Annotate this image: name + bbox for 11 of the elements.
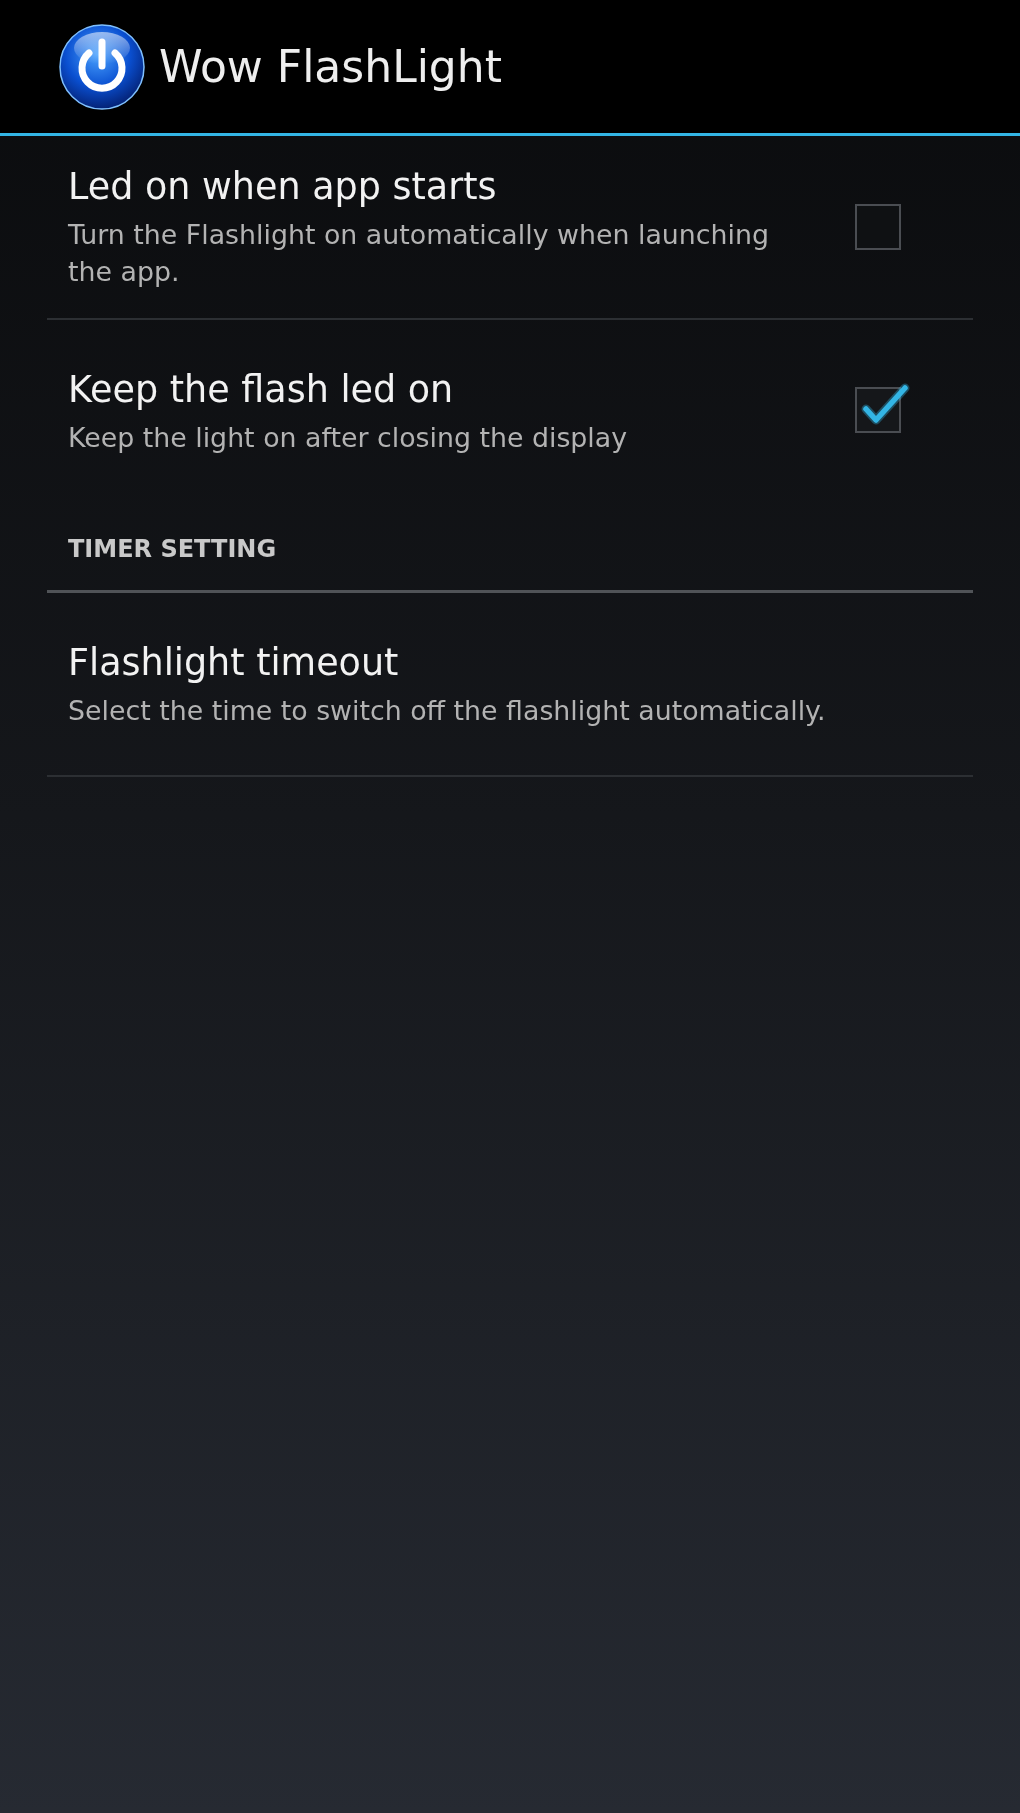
preference-title[interactable]: Flashlight timeout [68,639,901,686]
preference-title[interactable]: Led on when app starts [68,164,803,210]
power-icon [59,23,145,110]
preference-summary: Select the time to switch off the flashlight automatically. [68,693,827,728]
checkbox[interactable] [855,382,910,434]
preference-summary: Keep the light on after closing the display [68,420,629,455]
checkbox[interactable] [855,204,901,250]
app-title: Wow FlashLight [159,39,502,94]
preference-summary: Turn the Flashlight on automatically when launching the app. [68,218,770,289]
preference-title[interactable]: Keep the flash led on [68,366,803,413]
section-header: TIMER SETTING [68,535,277,563]
